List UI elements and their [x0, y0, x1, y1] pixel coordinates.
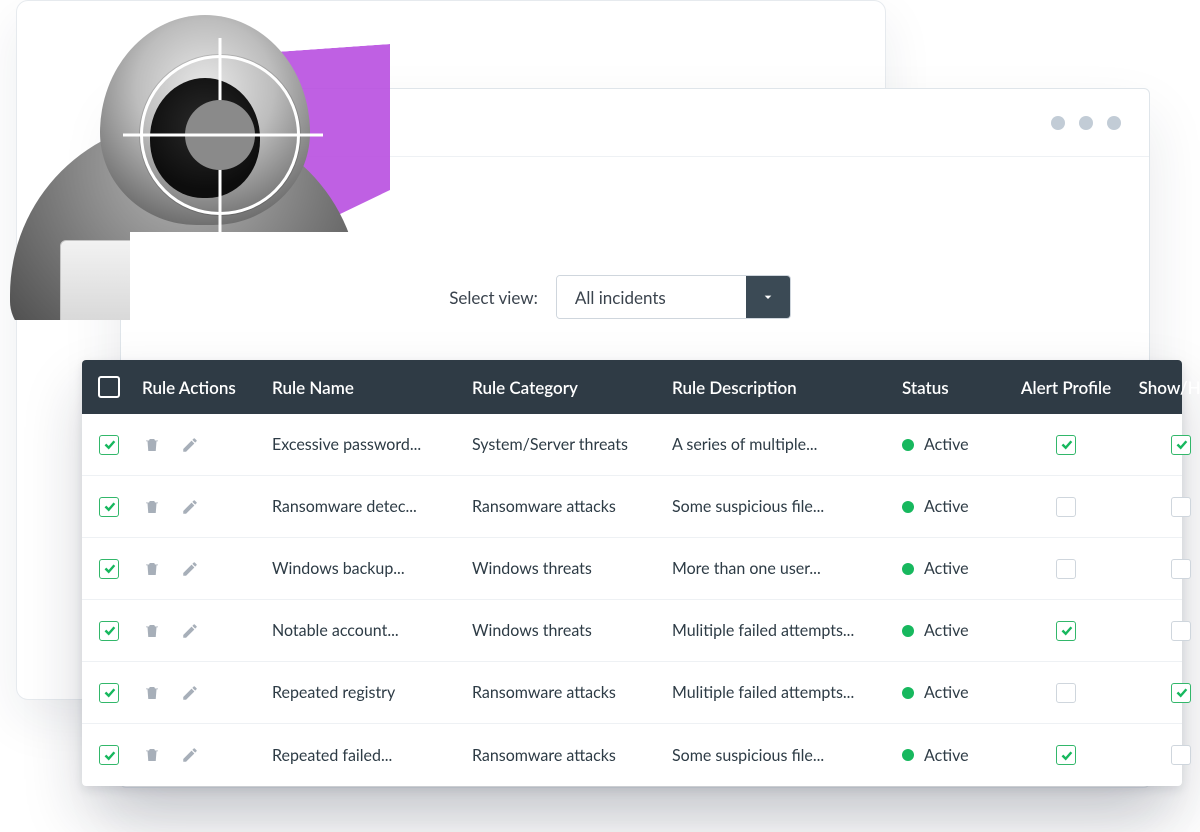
row-actions — [136, 435, 266, 455]
rule-status: Active — [896, 497, 1006, 516]
edit-button[interactable] — [180, 497, 200, 517]
rule-name: Repeated registry — [266, 683, 466, 702]
table-header: Rule Actions Rule Name Rule Category Rul… — [82, 360, 1182, 414]
row-actions — [136, 621, 266, 641]
table-row: Windows backup...Windows threatsMore tha… — [82, 538, 1182, 600]
rule-name: Repeated failed... — [266, 746, 466, 765]
status-dot-icon — [902, 439, 914, 451]
table-row: Excessive password...System/Server threa… — [82, 414, 1182, 476]
edit-button[interactable] — [180, 621, 200, 641]
crosshair-icon — [140, 55, 300, 215]
status-text: Active — [924, 683, 969, 702]
alert-profile-checkbox[interactable] — [1056, 745, 1076, 765]
edit-button[interactable] — [180, 559, 200, 579]
status-dot-icon — [902, 563, 914, 575]
select-all-checkbox[interactable] — [98, 376, 120, 398]
delete-button[interactable] — [142, 683, 162, 703]
view-selector-panel: Select view: All incidents — [130, 232, 1110, 362]
table-row: Repeated failed...Ransomware attacksSome… — [82, 724, 1182, 786]
status-text: Active — [924, 559, 969, 578]
edit-button[interactable] — [180, 745, 200, 765]
rule-status: Active — [896, 746, 1006, 765]
rule-category: Ransomware attacks — [466, 746, 666, 765]
alert-profile-checkbox[interactable] — [1056, 497, 1076, 517]
rule-category: Ransomware attacks — [466, 497, 666, 516]
window-dot-icon — [1079, 116, 1093, 130]
table-row: Repeated registryRansomware attacksMulit… — [82, 662, 1182, 724]
row-select-checkbox[interactable] — [99, 559, 119, 579]
window-dot-icon — [1051, 116, 1065, 130]
col-name: Rule Name — [266, 377, 466, 398]
status-dot-icon — [902, 625, 914, 637]
row-select-checkbox[interactable] — [99, 621, 119, 641]
show-hide-checkbox[interactable] — [1171, 559, 1191, 579]
show-hide-checkbox[interactable] — [1171, 435, 1191, 455]
edit-button[interactable] — [180, 435, 200, 455]
rule-description: Some suspicious file... — [666, 497, 896, 516]
rules-table: Rule Actions Rule Name Rule Category Rul… — [82, 360, 1182, 786]
delete-button[interactable] — [142, 559, 162, 579]
delete-button[interactable] — [142, 435, 162, 455]
table-row: Ransomware detec...Ransomware attacksSom… — [82, 476, 1182, 538]
edit-button[interactable] — [180, 683, 200, 703]
rule-status: Active — [896, 683, 1006, 702]
delete-button[interactable] — [142, 497, 162, 517]
rule-description: Some suspicious file... — [666, 746, 896, 765]
col-showhide: Show/Hide — [1126, 377, 1200, 398]
status-dot-icon — [902, 501, 914, 513]
alert-profile-checkbox[interactable] — [1056, 683, 1076, 703]
col-actions: Rule Actions — [136, 377, 266, 398]
rule-status: Active — [896, 435, 1006, 454]
show-hide-checkbox[interactable] — [1171, 683, 1191, 703]
delete-button[interactable] — [142, 621, 162, 641]
rule-category: Windows threats — [466, 621, 666, 640]
rule-name: Ransomware detec... — [266, 497, 466, 516]
row-select-checkbox[interactable] — [99, 435, 119, 455]
rule-name: Excessive password... — [266, 435, 466, 454]
col-alert: Alert Profile — [1006, 377, 1126, 398]
row-select-checkbox[interactable] — [99, 683, 119, 703]
show-hide-checkbox[interactable] — [1171, 497, 1191, 517]
row-select-checkbox[interactable] — [99, 497, 119, 517]
status-text: Active — [924, 435, 969, 454]
col-category: Rule Category — [466, 377, 666, 398]
row-actions — [136, 745, 266, 765]
col-description: Rule Description — [666, 377, 896, 398]
rule-category: Windows threats — [466, 559, 666, 578]
window-controls — [1051, 116, 1121, 130]
window-dot-icon — [1107, 116, 1121, 130]
rule-name: Windows backup... — [266, 559, 466, 578]
status-text: Active — [924, 497, 969, 516]
view-selector-value: All incidents — [557, 276, 746, 318]
status-text: Active — [924, 746, 969, 765]
rule-status: Active — [896, 621, 1006, 640]
rule-name: Notable account... — [266, 621, 466, 640]
row-select-checkbox[interactable] — [99, 745, 119, 765]
status-dot-icon — [902, 687, 914, 699]
alert-profile-checkbox[interactable] — [1056, 621, 1076, 641]
rule-category: Ransomware attacks — [466, 683, 666, 702]
status-text: Active — [924, 621, 969, 640]
status-dot-icon — [902, 749, 914, 761]
alert-profile-checkbox[interactable] — [1056, 435, 1076, 455]
delete-button[interactable] — [142, 745, 162, 765]
view-selector-label: Select view: — [449, 287, 538, 308]
rule-category: System/Server threats — [466, 435, 666, 454]
row-actions — [136, 497, 266, 517]
show-hide-checkbox[interactable] — [1171, 745, 1191, 765]
view-selector[interactable]: All incidents — [556, 275, 791, 319]
rule-description: More than one user... — [666, 559, 896, 578]
col-status: Status — [896, 377, 1006, 398]
alert-profile-checkbox[interactable] — [1056, 559, 1076, 579]
rule-status: Active — [896, 559, 1006, 578]
rule-description: Mulitiple failed attempts... — [666, 683, 896, 702]
show-hide-checkbox[interactable] — [1171, 621, 1191, 641]
rule-description: Mulitiple failed attempts... — [666, 621, 896, 640]
rule-description: A series of multiple... — [666, 435, 896, 454]
row-actions — [136, 683, 266, 703]
row-actions — [136, 559, 266, 579]
chevron-down-icon — [746, 276, 790, 318]
table-row: Notable account...Windows threatsMulitip… — [82, 600, 1182, 662]
